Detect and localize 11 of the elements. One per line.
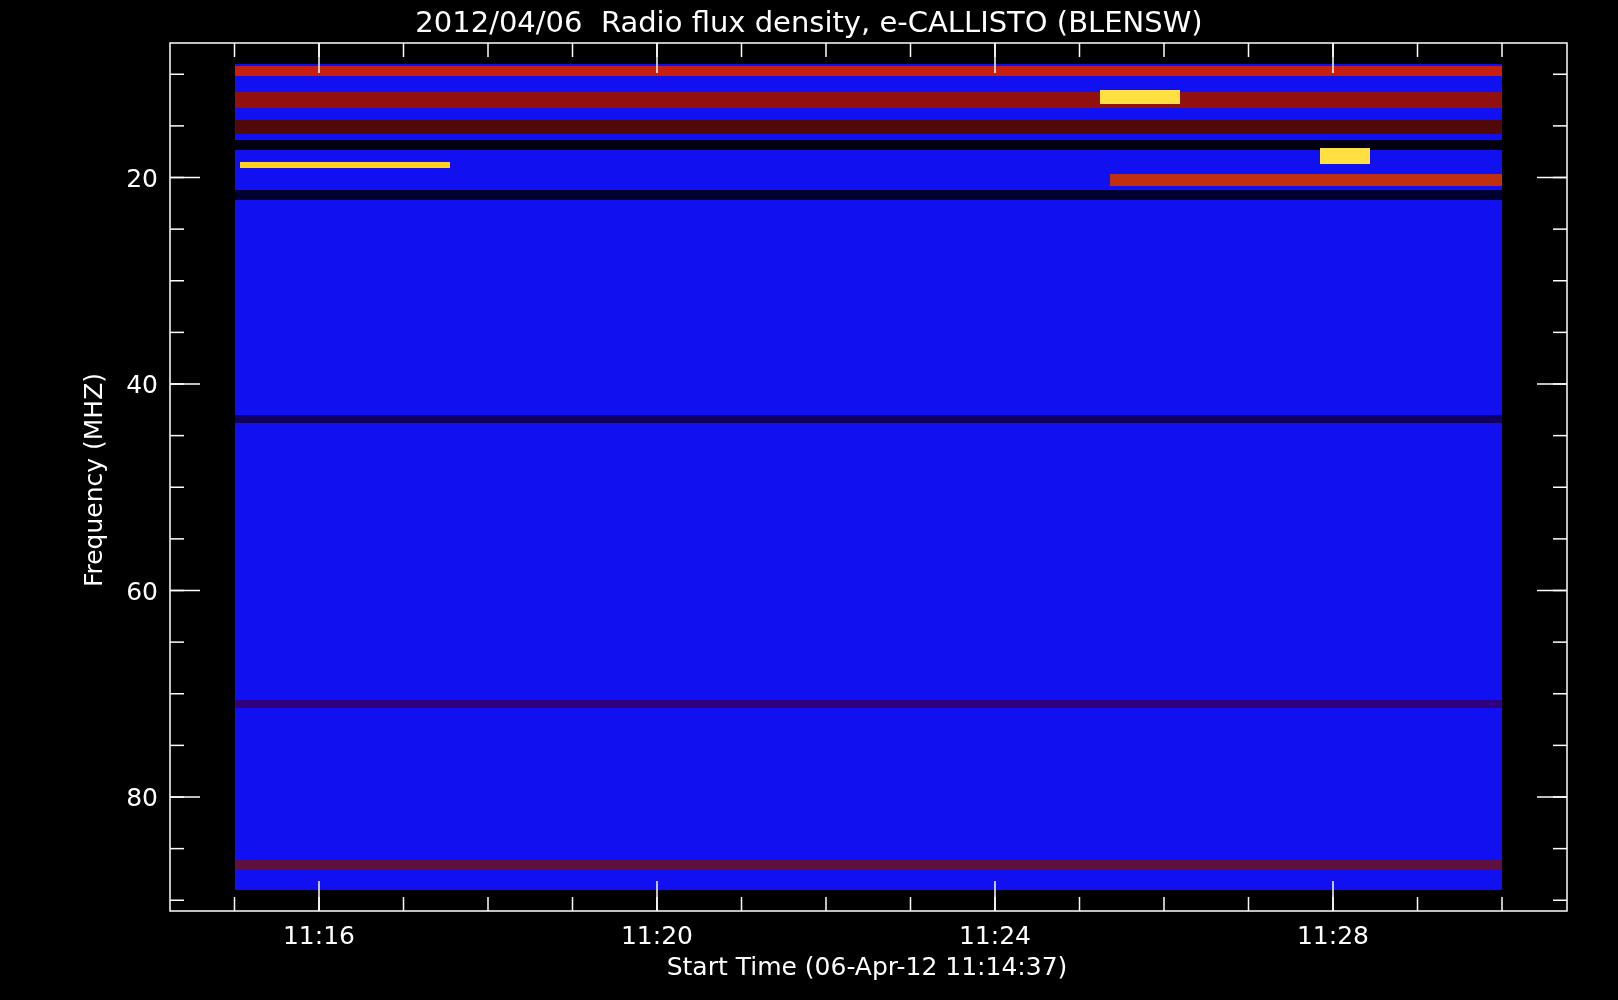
tick-label: 11:24: [959, 921, 1031, 950]
tick-label: 80: [126, 783, 158, 812]
chart-title: 2012/04/06 Radio flux density, e-CALLISTO (BLENSW): [415, 5, 1203, 39]
tick-label: 11:28: [1297, 921, 1369, 950]
tick-label: 60: [126, 576, 158, 606]
tick-label: 11:20: [621, 921, 693, 950]
axis-label: Start Time (06-Apr-12 11:14:37): [666, 952, 1068, 981]
tick-label: 11:16: [283, 921, 355, 950]
tick-label: 20: [126, 163, 158, 193]
axis-label: Frequency (MHZ): [79, 372, 108, 588]
tick-label: 40: [126, 370, 158, 399]
